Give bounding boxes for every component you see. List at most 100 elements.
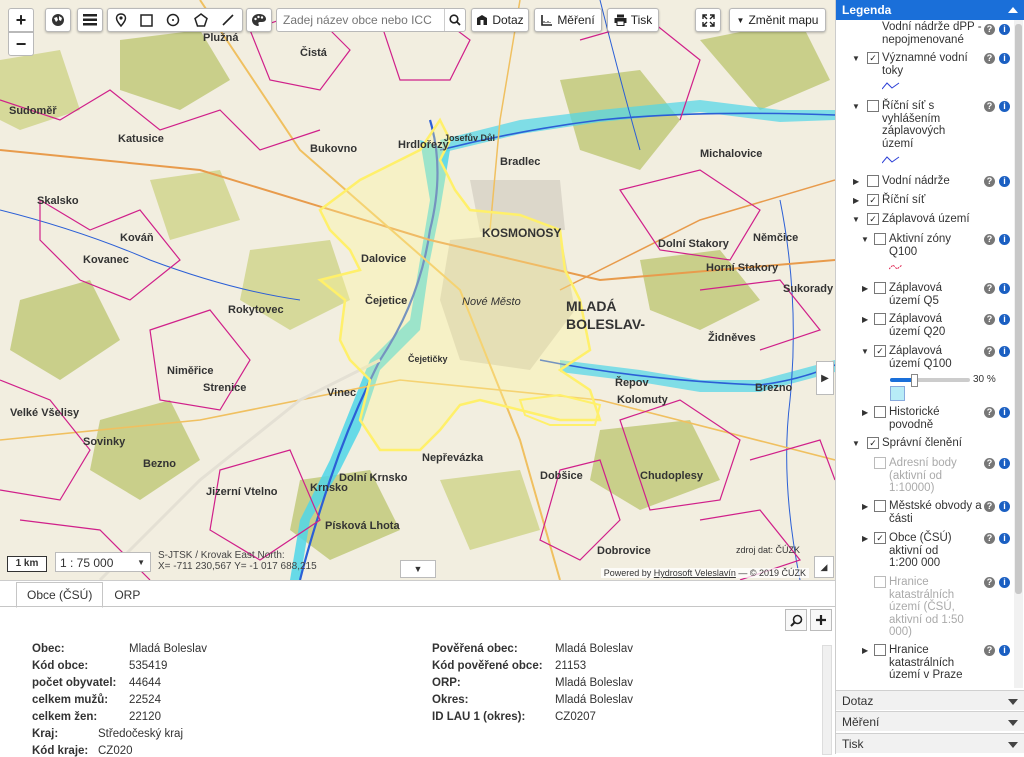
search-input[interactable] — [277, 13, 444, 27]
basemap-button[interactable] — [246, 8, 272, 32]
info-icon[interactable]: i — [999, 533, 1010, 544]
fullscreen-button[interactable] — [695, 8, 721, 32]
help-icon[interactable]: ? — [984, 407, 995, 418]
chevron-down-icon[interactable]: ▼ — [861, 234, 869, 247]
accordion-print[interactable]: Tisk — [836, 733, 1024, 753]
info-icon[interactable]: i — [999, 314, 1010, 325]
help-icon[interactable]: ? — [984, 24, 995, 35]
layer-checkbox[interactable] — [874, 233, 886, 245]
legend-item-label: Záplavová území — [882, 213, 970, 225]
chevron-down-icon[interactable]: ▼ — [861, 346, 869, 359]
search-button[interactable] — [444, 9, 465, 31]
layer-checkbox[interactable]: ✓ — [867, 213, 879, 225]
info-icon[interactable]: i — [999, 24, 1010, 35]
chevron-right-icon[interactable]: ▶ — [862, 533, 868, 546]
tab-orp[interactable]: ORP — [103, 582, 151, 608]
help-icon[interactable]: ? — [984, 458, 995, 469]
change-map-button[interactable]: ▼ Změnit mapu — [729, 8, 826, 32]
help-icon[interactable]: ? — [984, 577, 995, 588]
scale-select[interactable]: 1 : 75 000 ▼ — [55, 552, 151, 572]
info-icon[interactable]: i — [999, 645, 1010, 656]
chevron-right-icon[interactable]: ▶ — [862, 283, 868, 296]
line-tool-button[interactable] — [221, 13, 235, 27]
rectangle-tool-button[interactable] — [140, 13, 153, 27]
chevron-right-icon[interactable]: ▶ — [853, 195, 859, 208]
help-icon[interactable]: ? — [984, 53, 995, 64]
opacity-slider-handle[interactable] — [911, 374, 918, 387]
info-icon[interactable]: i — [999, 101, 1010, 112]
help-icon[interactable]: ? — [984, 101, 995, 112]
chevron-right-icon[interactable]: ▶ — [862, 645, 868, 658]
toggle-sidebar-button[interactable]: ▶ — [816, 361, 834, 395]
fill-symbol-icon — [890, 386, 905, 401]
help-icon[interactable]: ? — [984, 176, 995, 187]
chevron-right-icon[interactable]: ▶ — [862, 314, 868, 327]
print-button[interactable]: Tisk — [607, 8, 659, 32]
layer-checkbox[interactable]: ✓ — [874, 345, 886, 357]
help-icon[interactable]: ? — [984, 645, 995, 656]
help-icon[interactable]: ? — [984, 283, 995, 294]
legend-scroll-thumb[interactable] — [1015, 24, 1022, 594]
legend-header[interactable]: Legenda — [836, 0, 1024, 20]
chevron-down-icon[interactable]: ▼ — [852, 214, 860, 227]
help-icon[interactable]: ? — [984, 234, 995, 245]
point-tool-button[interactable] — [115, 13, 127, 27]
legend-scrollbar[interactable] — [1014, 20, 1023, 688]
field-row: Kraj: Středočeský kraj — [32, 728, 183, 740]
tab-obce[interactable]: Obce (ČSÚ) — [16, 582, 104, 608]
info-icon[interactable]: i — [999, 501, 1010, 512]
attribution-link[interactable]: Hydrosoft Veleslavín — [654, 568, 736, 578]
info-icon[interactable]: i — [999, 53, 1010, 64]
chevron-right-icon[interactable]: ▶ — [862, 501, 868, 514]
layers-menu-button[interactable] — [77, 8, 103, 32]
query-button[interactable]: Dotaz — [471, 8, 529, 32]
layer-checkbox[interactable] — [874, 313, 886, 325]
info-icon[interactable]: i — [999, 407, 1010, 418]
accordion-query[interactable]: Dotaz — [836, 690, 1024, 710]
help-icon[interactable]: ? — [984, 533, 995, 544]
info-icon[interactable]: i — [999, 176, 1010, 187]
zoom-to-feature-button[interactable] — [785, 609, 807, 631]
map-canvas[interactable]: KOSMONOSY MLADÁ BOLESLAV- Katusice Bukov… — [0, 0, 835, 580]
accordion-measure[interactable]: Měření — [836, 711, 1024, 731]
resize-corner-button[interactable]: ◢ — [814, 556, 834, 578]
info-icon[interactable]: i — [999, 458, 1010, 469]
info-icon[interactable]: i — [999, 346, 1010, 357]
info-icon[interactable]: i — [999, 577, 1010, 588]
chevron-right-icon[interactable]: ▶ — [853, 176, 859, 189]
chevron-right-icon[interactable]: ▶ — [862, 407, 868, 420]
circle-tool-button[interactable] — [166, 13, 180, 27]
help-icon[interactable]: ? — [984, 314, 995, 325]
info-scrollbar[interactable] — [822, 645, 832, 755]
zoom-out-button[interactable]: − — [8, 32, 34, 56]
zoom-in-button[interactable]: + — [8, 8, 34, 32]
layer-checkbox[interactable]: ✓ — [867, 52, 879, 64]
globe-button[interactable] — [45, 8, 71, 32]
map-label: Rokytovec — [228, 304, 284, 316]
rectangle-icon — [140, 13, 153, 27]
layer-checkbox[interactable] — [874, 576, 886, 588]
chevron-down-icon[interactable]: ▼ — [852, 53, 860, 66]
layer-checkbox[interactable]: ✓ — [867, 194, 879, 206]
layer-checkbox[interactable] — [867, 175, 879, 187]
info-icon[interactable]: i — [999, 283, 1010, 294]
measure-button[interactable]: Měření — [534, 8, 602, 32]
help-icon[interactable]: ? — [984, 501, 995, 512]
layer-checkbox[interactable]: ✓ — [867, 437, 879, 449]
add-button[interactable] — [810, 609, 832, 631]
layer-checkbox[interactable] — [874, 406, 886, 418]
help-icon[interactable]: ? — [984, 346, 995, 357]
layer-checkbox[interactable]: ✓ — [874, 532, 886, 544]
layer-checkbox[interactable] — [874, 282, 886, 294]
chevron-down-icon[interactable]: ▼ — [852, 101, 860, 114]
layer-checkbox[interactable] — [874, 457, 886, 469]
field-row: Kód obce: 535419 — [32, 660, 167, 672]
layer-checkbox[interactable] — [867, 100, 879, 112]
toggle-bottom-panel-button[interactable]: ▼ — [400, 560, 436, 578]
layer-checkbox[interactable] — [874, 644, 886, 656]
opacity-slider[interactable] — [890, 374, 970, 387]
polygon-tool-button[interactable] — [193, 13, 208, 27]
info-icon[interactable]: i — [999, 234, 1010, 245]
chevron-down-icon[interactable]: ▼ — [852, 438, 860, 451]
layer-checkbox[interactable] — [874, 500, 886, 512]
